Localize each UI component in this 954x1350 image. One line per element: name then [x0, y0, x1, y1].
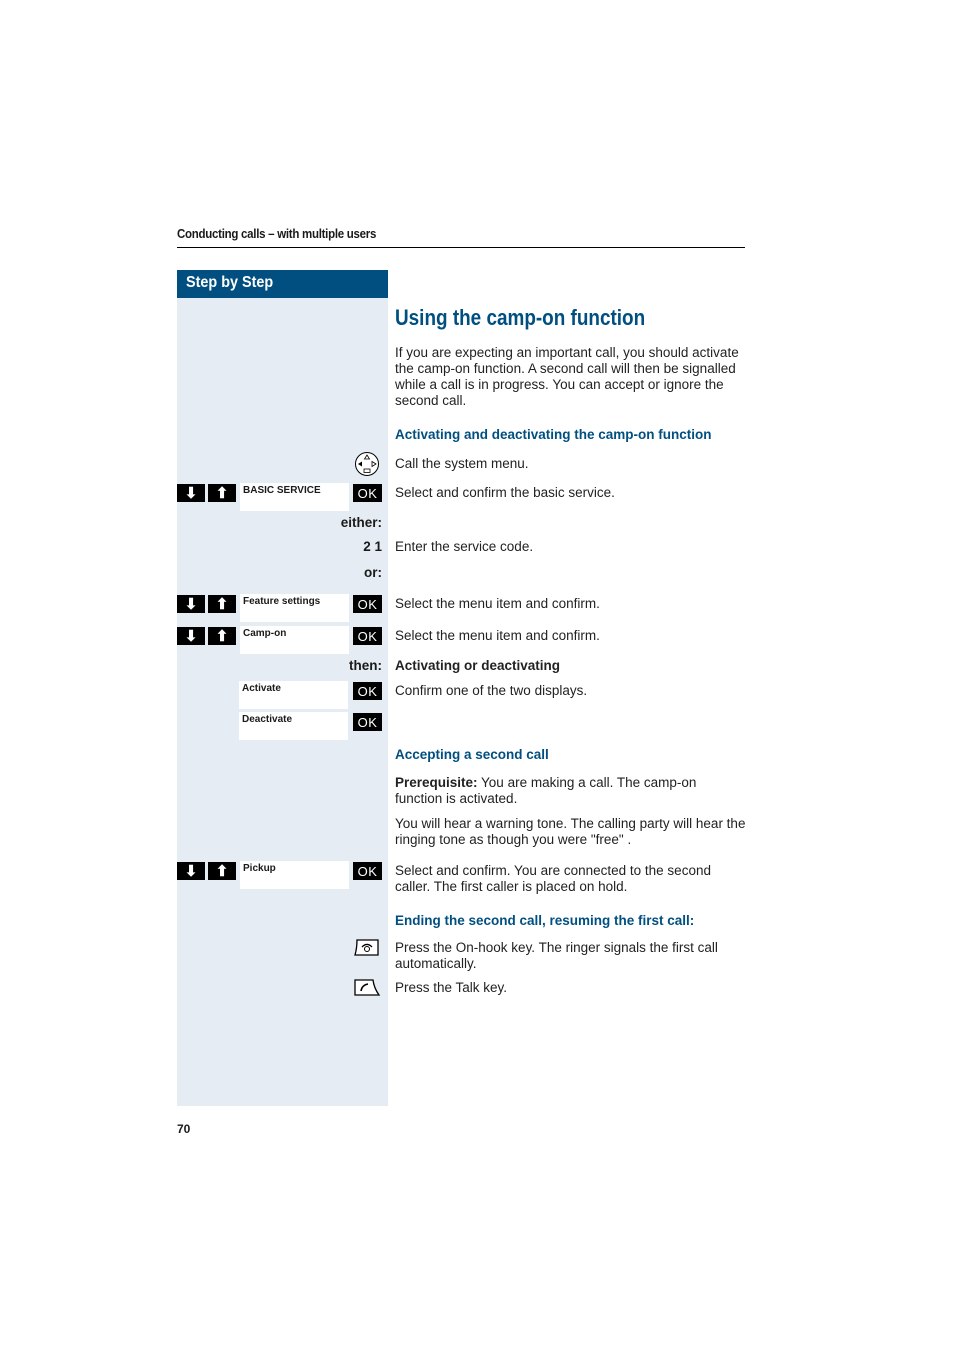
section-heading-accepting: Accepting a second call	[395, 747, 549, 762]
step-text: Enter the service code.	[395, 539, 534, 554]
step-text: Select and confirm the basic service.	[395, 485, 615, 500]
display-feature-settings[interactable]: Feature settings	[240, 594, 349, 622]
running-header: Conducting calls – with multiple users	[177, 227, 377, 241]
ok-button[interactable]: OK	[353, 595, 382, 613]
sidebar-title: Step by Step	[186, 274, 274, 291]
ok-button[interactable]: OK	[353, 484, 382, 502]
prerequisite-label: Prerequisite:	[395, 775, 478, 790]
ok-button[interactable]: OK	[353, 682, 382, 700]
down-arrow-button[interactable]: ⬇	[177, 595, 205, 613]
intro-paragraph: If you are expecting an important call, …	[395, 345, 739, 408]
down-arrow-button[interactable]: ⬇	[177, 484, 205, 502]
service-code: 2 1	[363, 539, 382, 554]
page-number: 70	[177, 1122, 191, 1136]
ok-button[interactable]: OK	[353, 713, 382, 731]
display-deactivate[interactable]: Deactivate	[239, 712, 348, 740]
ok-button[interactable]: OK	[353, 862, 382, 880]
up-arrow-button[interactable]: ⬆	[208, 595, 236, 613]
display-pickup[interactable]: Pickup	[240, 861, 349, 889]
display-activate[interactable]: Activate	[239, 681, 348, 709]
up-arrow-button[interactable]: ⬆	[208, 862, 236, 880]
warning-paragraph: You will hear a warning tone. The callin…	[395, 816, 746, 847]
ok-button[interactable]: OK	[353, 627, 382, 645]
prerequisite-paragraph: Prerequisite: You are making a call. The…	[395, 775, 697, 806]
step-text: Press the Talk key.	[395, 980, 508, 995]
step-label-or: or:	[364, 565, 382, 580]
step-text: Select the menu item and confirm.	[395, 596, 600, 611]
page-title: Using the camp-on function	[395, 305, 646, 330]
up-arrow-button[interactable]: ⬆	[208, 484, 236, 502]
sidebar-header: Step by Step	[177, 270, 388, 298]
navigator-key-icon	[354, 451, 380, 477]
header-divider	[177, 247, 745, 248]
step-label-then: then:	[349, 658, 382, 673]
step-text: Select and confirm. You are connected to…	[395, 863, 711, 894]
step-text: Confirm one of the two displays.	[395, 683, 588, 698]
display-camp-on[interactable]: Camp-on	[240, 626, 349, 654]
on-hook-key-icon[interactable]	[353, 938, 381, 958]
step-text: Press the On-hook key. The ringer signal…	[395, 940, 718, 971]
display-basic-service[interactable]: BASIC SERVICE	[240, 483, 349, 511]
down-arrow-button[interactable]: ⬇	[177, 862, 205, 880]
talk-key-icon[interactable]	[353, 978, 381, 998]
down-arrow-button[interactable]: ⬇	[177, 627, 205, 645]
step-text: Call the system menu.	[395, 456, 529, 471]
up-arrow-button[interactable]: ⬆	[208, 627, 236, 645]
step-subtitle: Activating or deactivating	[395, 658, 561, 673]
section-heading-activating: Activating and deactivating the camp-on …	[395, 427, 712, 442]
section-heading-ending: Ending the second call, resuming the fir…	[395, 913, 695, 928]
step-label-either: either:	[340, 515, 382, 530]
step-text: Select the menu item and confirm.	[395, 628, 600, 643]
